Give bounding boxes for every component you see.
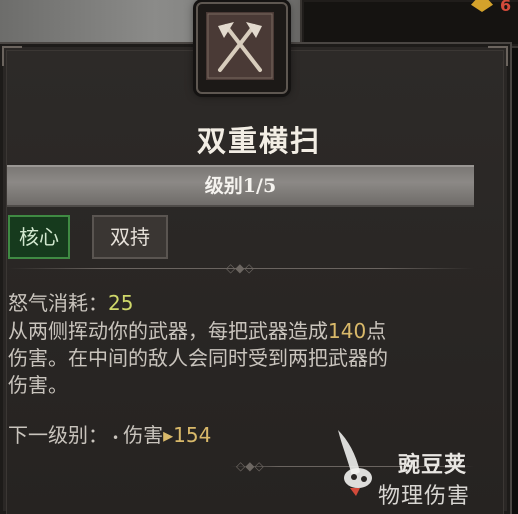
fury-cost-value: 25 xyxy=(108,291,134,315)
background-ui-panel: 6 xyxy=(300,0,518,48)
currency-value: 6 xyxy=(500,0,512,15)
next-level-stat-name: 伤害 xyxy=(123,423,164,447)
frame-corner-ornament xyxy=(2,46,22,66)
damage-value: 140 xyxy=(328,319,367,343)
next-level-label: 下一级别： xyxy=(8,423,108,447)
frame-corner-ornament xyxy=(488,46,508,66)
watermark-brand: 豌豆荚 xyxy=(398,453,468,478)
next-level-line: 下一级别： • 伤害▸154 xyxy=(8,422,211,452)
description-line-2: 伤害。在中间的敌人会同时受到两把武器的 xyxy=(8,346,388,370)
skill-level-label: 级别1/5 xyxy=(204,175,277,197)
description-text: 点 xyxy=(366,319,387,343)
gold-diamond-icon xyxy=(471,0,493,12)
divider-ornament-icon: ◇◆◇ xyxy=(226,261,254,275)
tag-core: 核心 xyxy=(8,215,70,259)
fury-cost-line: 怒气消耗：25 xyxy=(8,290,133,317)
skill-icon-frame xyxy=(196,2,288,94)
arrow-icon: ▸ xyxy=(163,423,174,447)
divider-ornament-icon: ◇◆◇ xyxy=(236,459,264,473)
fury-cost-label: 怒气消耗： xyxy=(8,291,108,315)
description-line-1: 从两侧挥动你的武器，每把武器造成140点 xyxy=(8,318,386,345)
watermark-subtitle: 物理伤害 xyxy=(378,484,471,509)
tag-dual-wield: 双持 xyxy=(92,215,168,259)
bullet-icon: • xyxy=(112,431,120,445)
skill-title: 双重横扫 xyxy=(196,124,321,158)
next-level-stat-value: 154 xyxy=(173,423,212,447)
description-line-3: 伤害。 xyxy=(8,373,68,397)
description-text: 从两侧挥动你的武器，每把武器造成 xyxy=(8,319,328,343)
level-bar: 级别1/5 xyxy=(7,165,474,207)
axes-crossed-icon xyxy=(206,12,274,80)
